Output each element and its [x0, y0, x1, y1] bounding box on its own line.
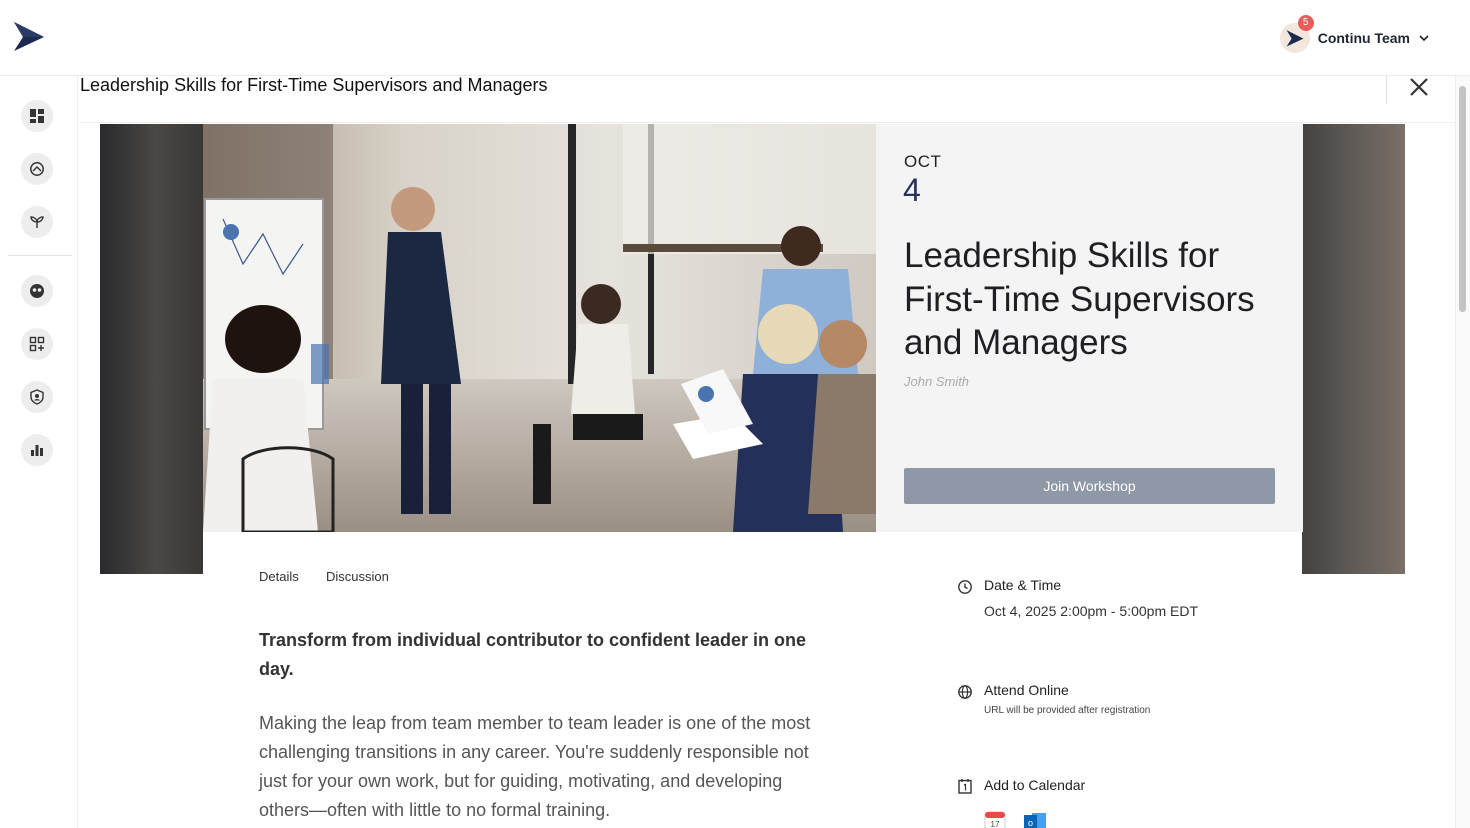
continu-logo-icon [1286, 30, 1304, 47]
header-divider [80, 122, 1455, 123]
compass-icon [30, 162, 44, 176]
sidebar-item-explore[interactable] [21, 153, 53, 185]
sidebar-divider [8, 255, 72, 256]
sidebar-item-dashboard[interactable] [21, 100, 53, 132]
avatar[interactable]: 5 [1279, 15, 1314, 53]
svg-text:17: 17 [991, 820, 1000, 828]
dashboard-icon [30, 109, 44, 123]
calendar-icon [958, 779, 972, 794]
tab-details[interactable]: Details [259, 569, 299, 584]
chevron-down-icon [1419, 35, 1429, 42]
notification-badge: 5 [1297, 15, 1314, 31]
sidebar-item-apps[interactable] [21, 328, 53, 360]
header-divider [1386, 72, 1387, 104]
bar-chart-icon [31, 445, 43, 456]
event-cover-image [203, 124, 876, 532]
sidebar [0, 76, 78, 828]
continu-logo-icon[interactable] [12, 20, 46, 52]
meeting-photo [203, 124, 876, 532]
user-menu[interactable]: 5 Continu Team [1279, 15, 1430, 54]
user-name: Continu Team [1317, 30, 1410, 46]
top-bar: 5 Continu Team [0, 0, 1470, 76]
join-workshop-button[interactable]: Join Workshop [904, 468, 1275, 504]
scrollbar-thumb[interactable] [1459, 86, 1466, 312]
event-summary-card: OCT 4 Leadership Skills for First-Time S… [876, 124, 1303, 532]
attend-online-note: URL will be provided after registration [984, 705, 1151, 716]
hero-backdrop-left [100, 124, 203, 574]
globe-icon [958, 685, 972, 699]
attend-online-label: Attend Online [984, 682, 1069, 698]
shield-user-icon [30, 389, 44, 405]
apps-icon [29, 336, 45, 352]
clock-icon [958, 580, 972, 594]
event-month: OCT [904, 152, 942, 171]
page-title: Leadership Skills for First-Time Supervi… [80, 75, 548, 95]
svg-text:o: o [1028, 818, 1033, 828]
event-day: 4 [903, 172, 921, 208]
description-body: Making the leap from team member to team… [259, 713, 811, 820]
sprout-icon [30, 216, 44, 228]
date-time-value: Oct 4, 2025 2:00pm - 5:00pm EDT [984, 603, 1198, 619]
tab-discussion[interactable]: Discussion [326, 569, 389, 584]
add-to-calendar-label: Add to Calendar [984, 777, 1086, 793]
close-icon[interactable] [1408, 76, 1430, 98]
apple-calendar-icon[interactable]: 17 [984, 810, 1006, 828]
people-icon [30, 284, 44, 298]
date-time-label: Date & Time [984, 577, 1062, 593]
event-author: John Smith [904, 374, 970, 389]
description-lead: Transform from individual contributor to… [259, 630, 807, 679]
outlook-icon[interactable]: o [1024, 810, 1046, 828]
sidebar-item-community[interactable] [21, 275, 53, 307]
hero-backdrop-right [1302, 124, 1405, 574]
event-title: Leadership Skills for First-Time Supervi… [904, 236, 1255, 362]
sidebar-item-analytics[interactable] [21, 434, 53, 466]
sidebar-item-learning[interactable] [21, 206, 53, 238]
sidebar-item-admin[interactable] [21, 381, 53, 413]
